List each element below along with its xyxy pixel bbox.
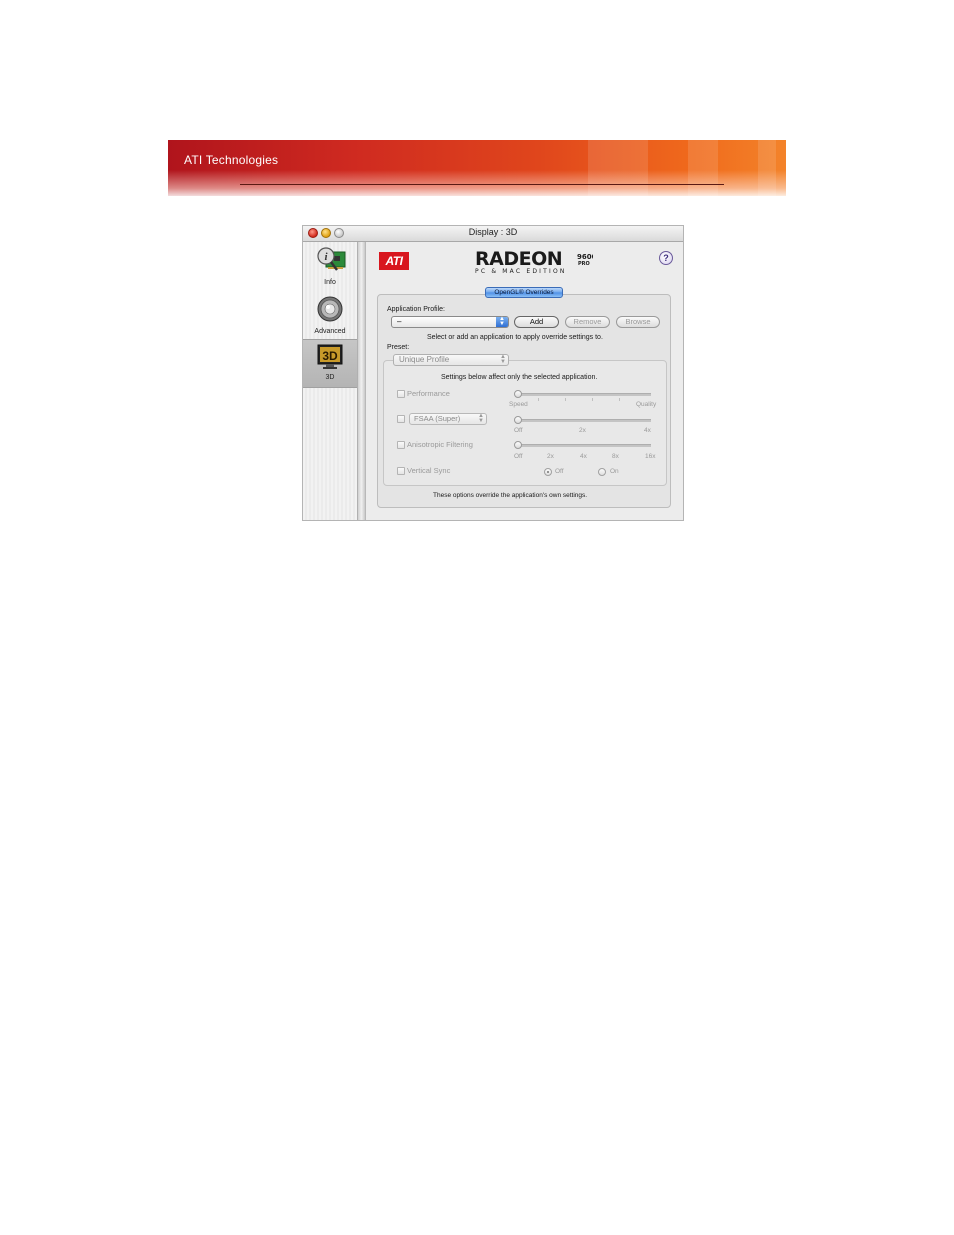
- sidebar-item-label: 3D: [325, 374, 335, 381]
- footer-note: These options override the application's…: [433, 492, 588, 499]
- fsaa-slider-track[interactable]: [517, 419, 651, 422]
- ati-logo: ATI: [379, 252, 409, 270]
- speaker-knob-icon: [317, 296, 343, 322]
- anisotropic-tick-label: 16x: [645, 453, 656, 460]
- fsaa-tick-label: 4x: [644, 427, 651, 434]
- performance-slider-track[interactable]: [517, 393, 651, 396]
- select-arrows-icon: ▲ ▼: [500, 354, 506, 365]
- slider-tick: [538, 398, 539, 401]
- vsync-off-radio[interactable]: [544, 468, 552, 476]
- preset-value: Unique Profile: [399, 355, 450, 364]
- help-button[interactable]: ?: [659, 251, 673, 265]
- sidebar-resize-handle[interactable]: [358, 242, 366, 520]
- settings-note: Settings below affect only the selected …: [441, 374, 598, 381]
- anisotropic-checkbox[interactable]: [397, 441, 405, 449]
- performance-max-label: Quality: [636, 401, 657, 408]
- vsync-on-radio[interactable]: [598, 468, 606, 476]
- anisotropic-slider-track[interactable]: [517, 444, 651, 447]
- vsync-off-label: Off: [555, 468, 564, 475]
- anisotropic-tick-label: 4x: [580, 453, 587, 460]
- svg-text:RADEON: RADEON: [475, 249, 562, 270]
- info-card-icon: i: [317, 247, 346, 271]
- radeon-logo: RADEON 9600 PRO PC & MAC EDITION: [475, 249, 593, 275]
- slider-tick: [592, 398, 593, 401]
- fsaa-value: FSAA (Super): [414, 414, 461, 423]
- anisotropic-slider-thumb[interactable]: [514, 441, 522, 449]
- display-window: Display : 3D i Info Advanced 3D 3D ATI R…: [302, 225, 684, 521]
- vsync-checkbox[interactable]: [397, 467, 405, 475]
- sidebar-item-label: Advanced: [314, 328, 346, 335]
- vsync-on-label: On: [610, 468, 619, 475]
- fsaa-checkbox[interactable]: [397, 415, 405, 423]
- svg-text:9600: 9600: [577, 253, 593, 261]
- performance-checkbox[interactable]: [397, 390, 405, 398]
- profile-hint: Select or add an application to apply ov…: [427, 334, 603, 341]
- fsaa-tick-label: 2x: [579, 427, 586, 434]
- sidebar-item-3d[interactable]: 3D 3D: [303, 339, 357, 388]
- performance-slider-thumb[interactable]: [514, 390, 522, 398]
- select-arrows-icon: ▲ ▼: [478, 413, 484, 424]
- vsync-label: Vertical Sync: [407, 466, 451, 475]
- slider-tick: [565, 398, 566, 401]
- preset-select[interactable]: Unique Profile ▲ ▼: [393, 354, 509, 366]
- sidebar-item-info[interactable]: i Info: [303, 244, 357, 292]
- slider-tick: [619, 398, 620, 401]
- svg-text:3D: 3D: [322, 349, 338, 363]
- svg-text:PC & MAC EDITION: PC & MAC EDITION: [475, 268, 567, 275]
- tab-opengl-overrides[interactable]: OpenGL® Overrides: [485, 287, 563, 298]
- header-banner: ATI Technologies: [168, 140, 786, 196]
- 3d-monitor-icon: 3D: [317, 344, 343, 369]
- application-profile-label: Application Profile:: [387, 306, 445, 313]
- anisotropic-tick-label: 8x: [612, 453, 619, 460]
- performance-label: Performance: [407, 389, 450, 398]
- add-button[interactable]: Add: [514, 316, 559, 328]
- sidebar-item-label: Info: [324, 279, 336, 286]
- remove-button[interactable]: Remove: [565, 316, 610, 328]
- title-bar[interactable]: Display : 3D: [303, 226, 683, 242]
- banner-title: ATI Technologies: [184, 153, 279, 167]
- anisotropic-tick-label: Off: [514, 453, 523, 460]
- application-profile-value: –: [397, 317, 402, 326]
- anisotropic-label: Anisotropic Filtering: [407, 440, 473, 449]
- performance-min-label: Speed: [509, 401, 528, 408]
- fsaa-tick-label: Off: [514, 427, 523, 434]
- sidebar: i Info Advanced 3D 3D: [303, 242, 358, 520]
- fsaa-select[interactable]: FSAA (Super) ▲ ▼: [409, 413, 487, 425]
- banner-rule: [240, 184, 724, 185]
- svg-text:PRO: PRO: [578, 261, 590, 267]
- window-title: Display : 3D: [468, 227, 518, 237]
- fsaa-slider-thumb[interactable]: [514, 416, 522, 424]
- application-profile-select[interactable]: – ▲ ▼: [391, 316, 509, 328]
- browse-button[interactable]: Browse: [616, 316, 660, 328]
- select-arrows-icon: ▲ ▼: [496, 316, 508, 327]
- sidebar-item-advanced[interactable]: Advanced: [303, 293, 357, 341]
- anisotropic-tick-label: 2x: [547, 453, 554, 460]
- preset-label: Preset:: [387, 344, 410, 351]
